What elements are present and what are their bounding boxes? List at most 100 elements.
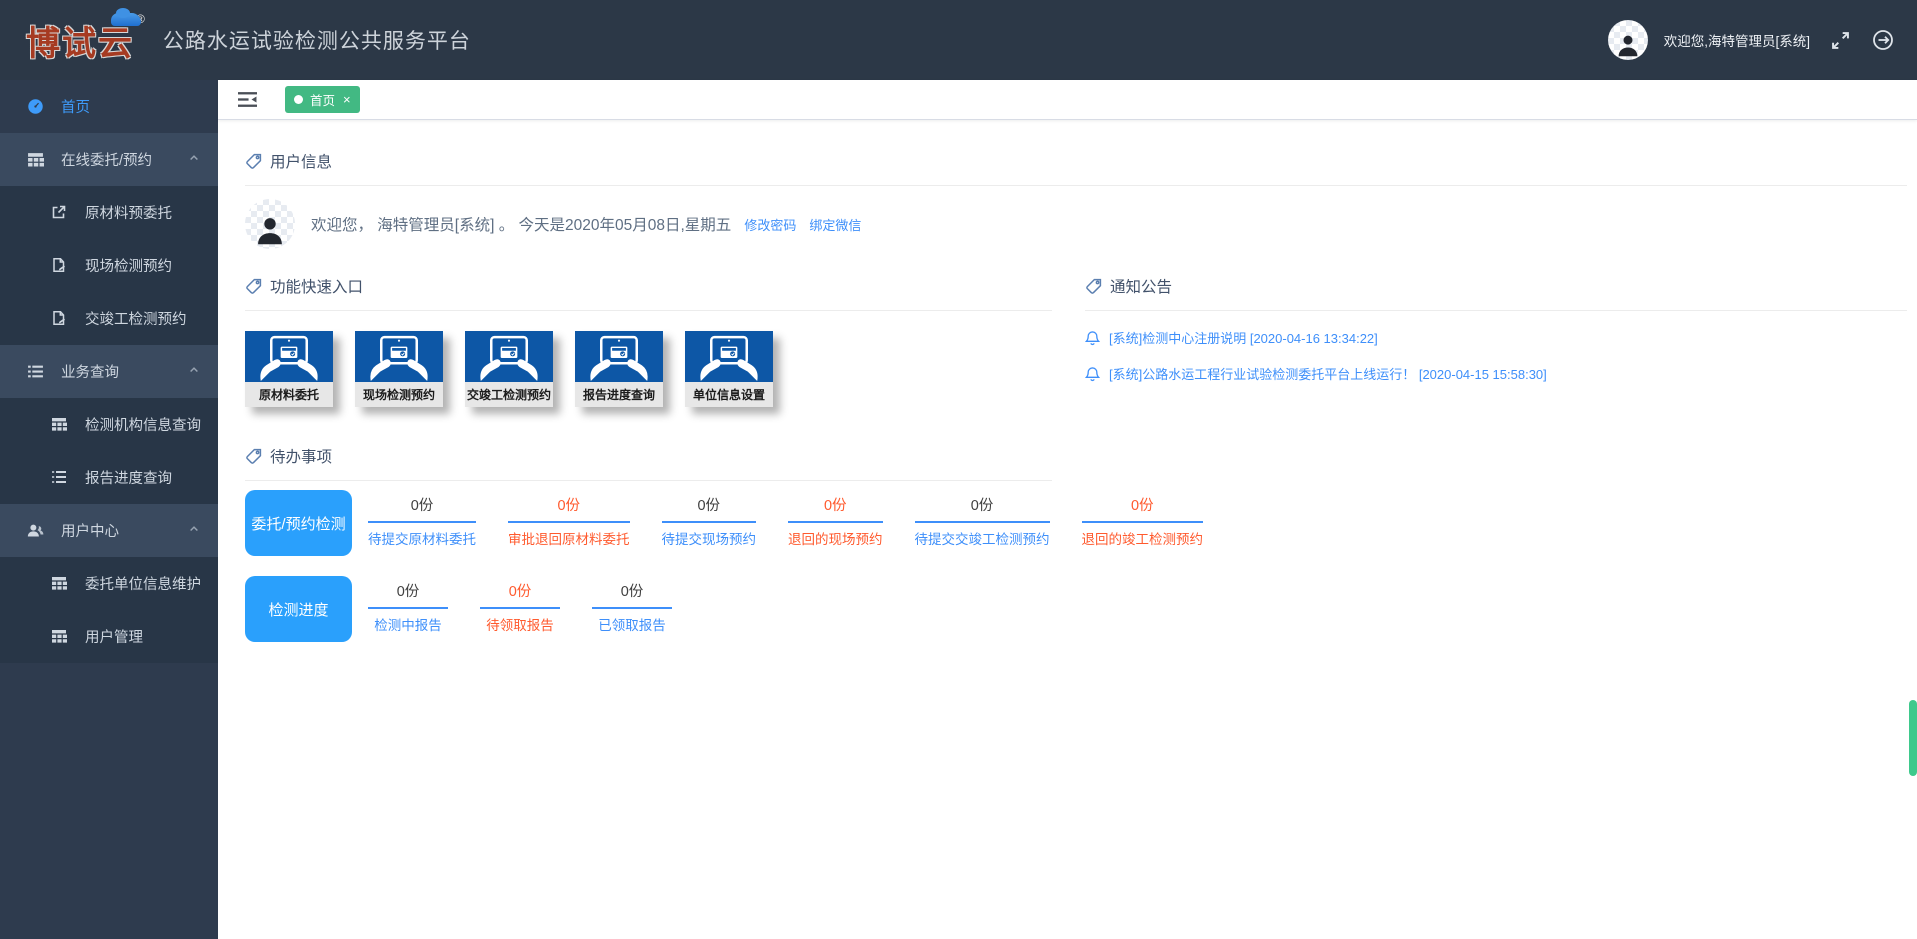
stat-value: 0份 (915, 492, 1050, 521)
user-icon (27, 522, 44, 539)
sidebar-collapse-icon[interactable] (238, 91, 257, 108)
sidebar-item-home[interactable]: 首页 (0, 80, 218, 133)
quick-card-label: 单位信息设置 (685, 382, 773, 407)
todo-stat: 0份 待领取报告 (464, 578, 576, 640)
todo-stat: 0份 待提交现场预约 (646, 492, 773, 554)
stat-link[interactable]: 待提交现场预约 (662, 523, 757, 554)
person-silhouette-icon (1613, 30, 1643, 60)
dashboard-content: 用户信息 欢迎您， 海特管理员[系统] 。 今天是2020年05月08日,星期五… (218, 120, 1917, 939)
quick-entry-cards: 原材料委托 (245, 331, 1052, 407)
sidebar-item-label: 报告进度查询 (85, 467, 172, 488)
vertical-scrollbar-thumb[interactable] (1909, 700, 1917, 776)
hands-tablet-icon (245, 331, 333, 382)
bind-wechat-link[interactable]: 绑定微信 (809, 215, 861, 234)
dashboard-icon (27, 98, 44, 115)
tags-view-bar: 首页 × (218, 80, 1917, 120)
sidebar-item-agency-info-query[interactable]: 检测机构信息查询 (0, 398, 218, 451)
sidebar-item-label: 首页 (61, 96, 90, 117)
section-title: 用户信息 (270, 150, 332, 172)
stat-link[interactable]: 待领取报告 (480, 609, 560, 640)
tab-label: 首页 (310, 90, 335, 109)
stat-value: 0份 (788, 492, 883, 521)
stat-link[interactable]: 审批退回原材料委托 (508, 523, 630, 554)
quick-card-completion-test[interactable]: 交竣工检测预约 (465, 331, 553, 407)
section-header: 用户信息 (245, 150, 1907, 172)
sidebar-item-label: 用户中心 (61, 520, 119, 541)
section-header: 待办事项 (245, 445, 1907, 467)
quick-card-raw-material[interactable]: 原材料委托 (245, 331, 333, 407)
stat-link[interactable]: 待提交交竣工检测预约 (915, 523, 1050, 554)
hands-tablet-icon (355, 331, 443, 382)
hands-tablet-icon (575, 331, 663, 382)
entrust-booking-button[interactable]: 委托/预约检测 (245, 490, 352, 556)
divider (1085, 310, 1907, 311)
stat-value: 0份 (592, 578, 672, 607)
stat-link[interactable]: 退回的现场预约 (788, 523, 883, 554)
sidebar-item-label: 原材料预委托 (85, 202, 172, 223)
section-title: 通知公告 (1110, 275, 1172, 297)
chevron-up-icon (188, 152, 200, 168)
quick-entry-section: 功能快速入口 (245, 275, 1052, 407)
sidebar-item-site-test-booking[interactable]: 现场检测预约 (0, 239, 218, 292)
sidebar-item-label: 业务查询 (61, 361, 119, 382)
grid-icon (27, 151, 44, 168)
brand-logo: 博试云 ® (26, 16, 145, 65)
todo-stat: 0份 检测中报告 (352, 578, 464, 640)
bell-icon (1085, 366, 1100, 382)
todo-stat: 0份 已领取报告 (576, 578, 688, 640)
tab-home[interactable]: 首页 × (285, 86, 360, 113)
quick-card-label: 报告进度查询 (575, 382, 663, 407)
doc-edit-icon (51, 310, 68, 327)
stat-link[interactable]: 退回的竣工检测预约 (1082, 523, 1204, 554)
sidebar-item-entrust-unit-info[interactable]: 委托单位信息维护 (0, 557, 218, 610)
stat-link[interactable]: 检测中报告 (368, 609, 448, 640)
user-avatar-large (245, 199, 295, 249)
chevron-up-icon (188, 364, 200, 380)
sidebar-item-raw-material-preentrust[interactable]: 原材料预委托 (0, 186, 218, 239)
sidebar-item-report-progress-query[interactable]: 报告进度查询 (0, 451, 218, 504)
divider (245, 185, 1907, 186)
todo-stat: 0份 退回的竣工检测预约 (1066, 492, 1220, 554)
notice-item[interactable]: [系统]公路水运工程行业试验检测委托平台上线运行！ [2020-04-15 15… (1085, 364, 1907, 383)
table-icon (51, 416, 68, 433)
sidebar-item-user-management[interactable]: 用户管理 (0, 610, 218, 663)
top-header: 博试云 ® 公路水运试验检测公共服务平台 欢迎您,海特管理员[系统] (0, 0, 1917, 80)
sidebar-item-label: 交竣工检测预约 (85, 308, 187, 329)
stat-link[interactable]: 已领取报告 (592, 609, 672, 640)
quick-card-report-progress[interactable]: 报告进度查询 (575, 331, 663, 407)
quick-card-unit-settings[interactable]: 单位信息设置 (685, 331, 773, 407)
external-link-icon (51, 204, 68, 221)
person-silhouette-icon (251, 211, 289, 249)
notice-text: [系统]公路水运工程行业试验检测委托平台上线运行！ [2020-04-15 15… (1109, 364, 1547, 383)
sidebar-item-user-center[interactable]: 用户中心 (0, 504, 218, 557)
divider (245, 310, 1052, 311)
notice-text: [系统]检测中心注册说明 [2020-04-16 13:34:22] (1109, 328, 1378, 347)
stat-value: 0份 (480, 578, 560, 607)
sidebar-item-online-entrust[interactable]: 在线委托/预约 (0, 133, 218, 186)
notice-item[interactable]: [系统]检测中心注册说明 [2020-04-16 13:34:22] (1085, 328, 1907, 347)
fullscreen-icon[interactable] (1830, 30, 1851, 51)
test-progress-button[interactable]: 检测进度 (245, 576, 352, 642)
divider (245, 480, 1052, 481)
stat-value: 0份 (1082, 492, 1204, 521)
sidebar-item-label: 委托单位信息维护 (85, 573, 201, 594)
user-info-section: 用户信息 欢迎您， 海特管理员[系统] 。 今天是2020年05月08日,星期五… (245, 150, 1907, 249)
platform-title: 公路水运试验检测公共服务平台 (163, 25, 471, 55)
sidebar-item-completion-test-booking[interactable]: 交竣工检测预约 (0, 292, 218, 345)
todo-stat: 0份 待提交交竣工检测预约 (899, 492, 1066, 554)
section-title: 待办事项 (270, 445, 332, 467)
doc-edit-icon (51, 257, 68, 274)
quick-card-site-test[interactable]: 现场检测预约 (355, 331, 443, 407)
tab-active-dot-icon (294, 95, 303, 104)
section-title: 功能快速入口 (270, 275, 363, 297)
logout-icon[interactable] (1871, 28, 1895, 52)
todo-group-progress: 检测进度 0份 检测中报告 0份 待领取报告 (245, 576, 1907, 642)
stat-link[interactable]: 待提交原材料委托 (368, 523, 476, 554)
sidebar-item-label: 在线委托/预约 (61, 149, 152, 170)
header-right: 欢迎您,海特管理员[系统] (1608, 20, 1895, 60)
change-password-link[interactable]: 修改密码 (744, 215, 796, 234)
stat-value: 0份 (368, 492, 476, 521)
sidebar-item-business-query[interactable]: 业务查询 (0, 345, 218, 398)
close-icon[interactable]: × (343, 93, 351, 106)
user-avatar[interactable] (1608, 20, 1648, 60)
